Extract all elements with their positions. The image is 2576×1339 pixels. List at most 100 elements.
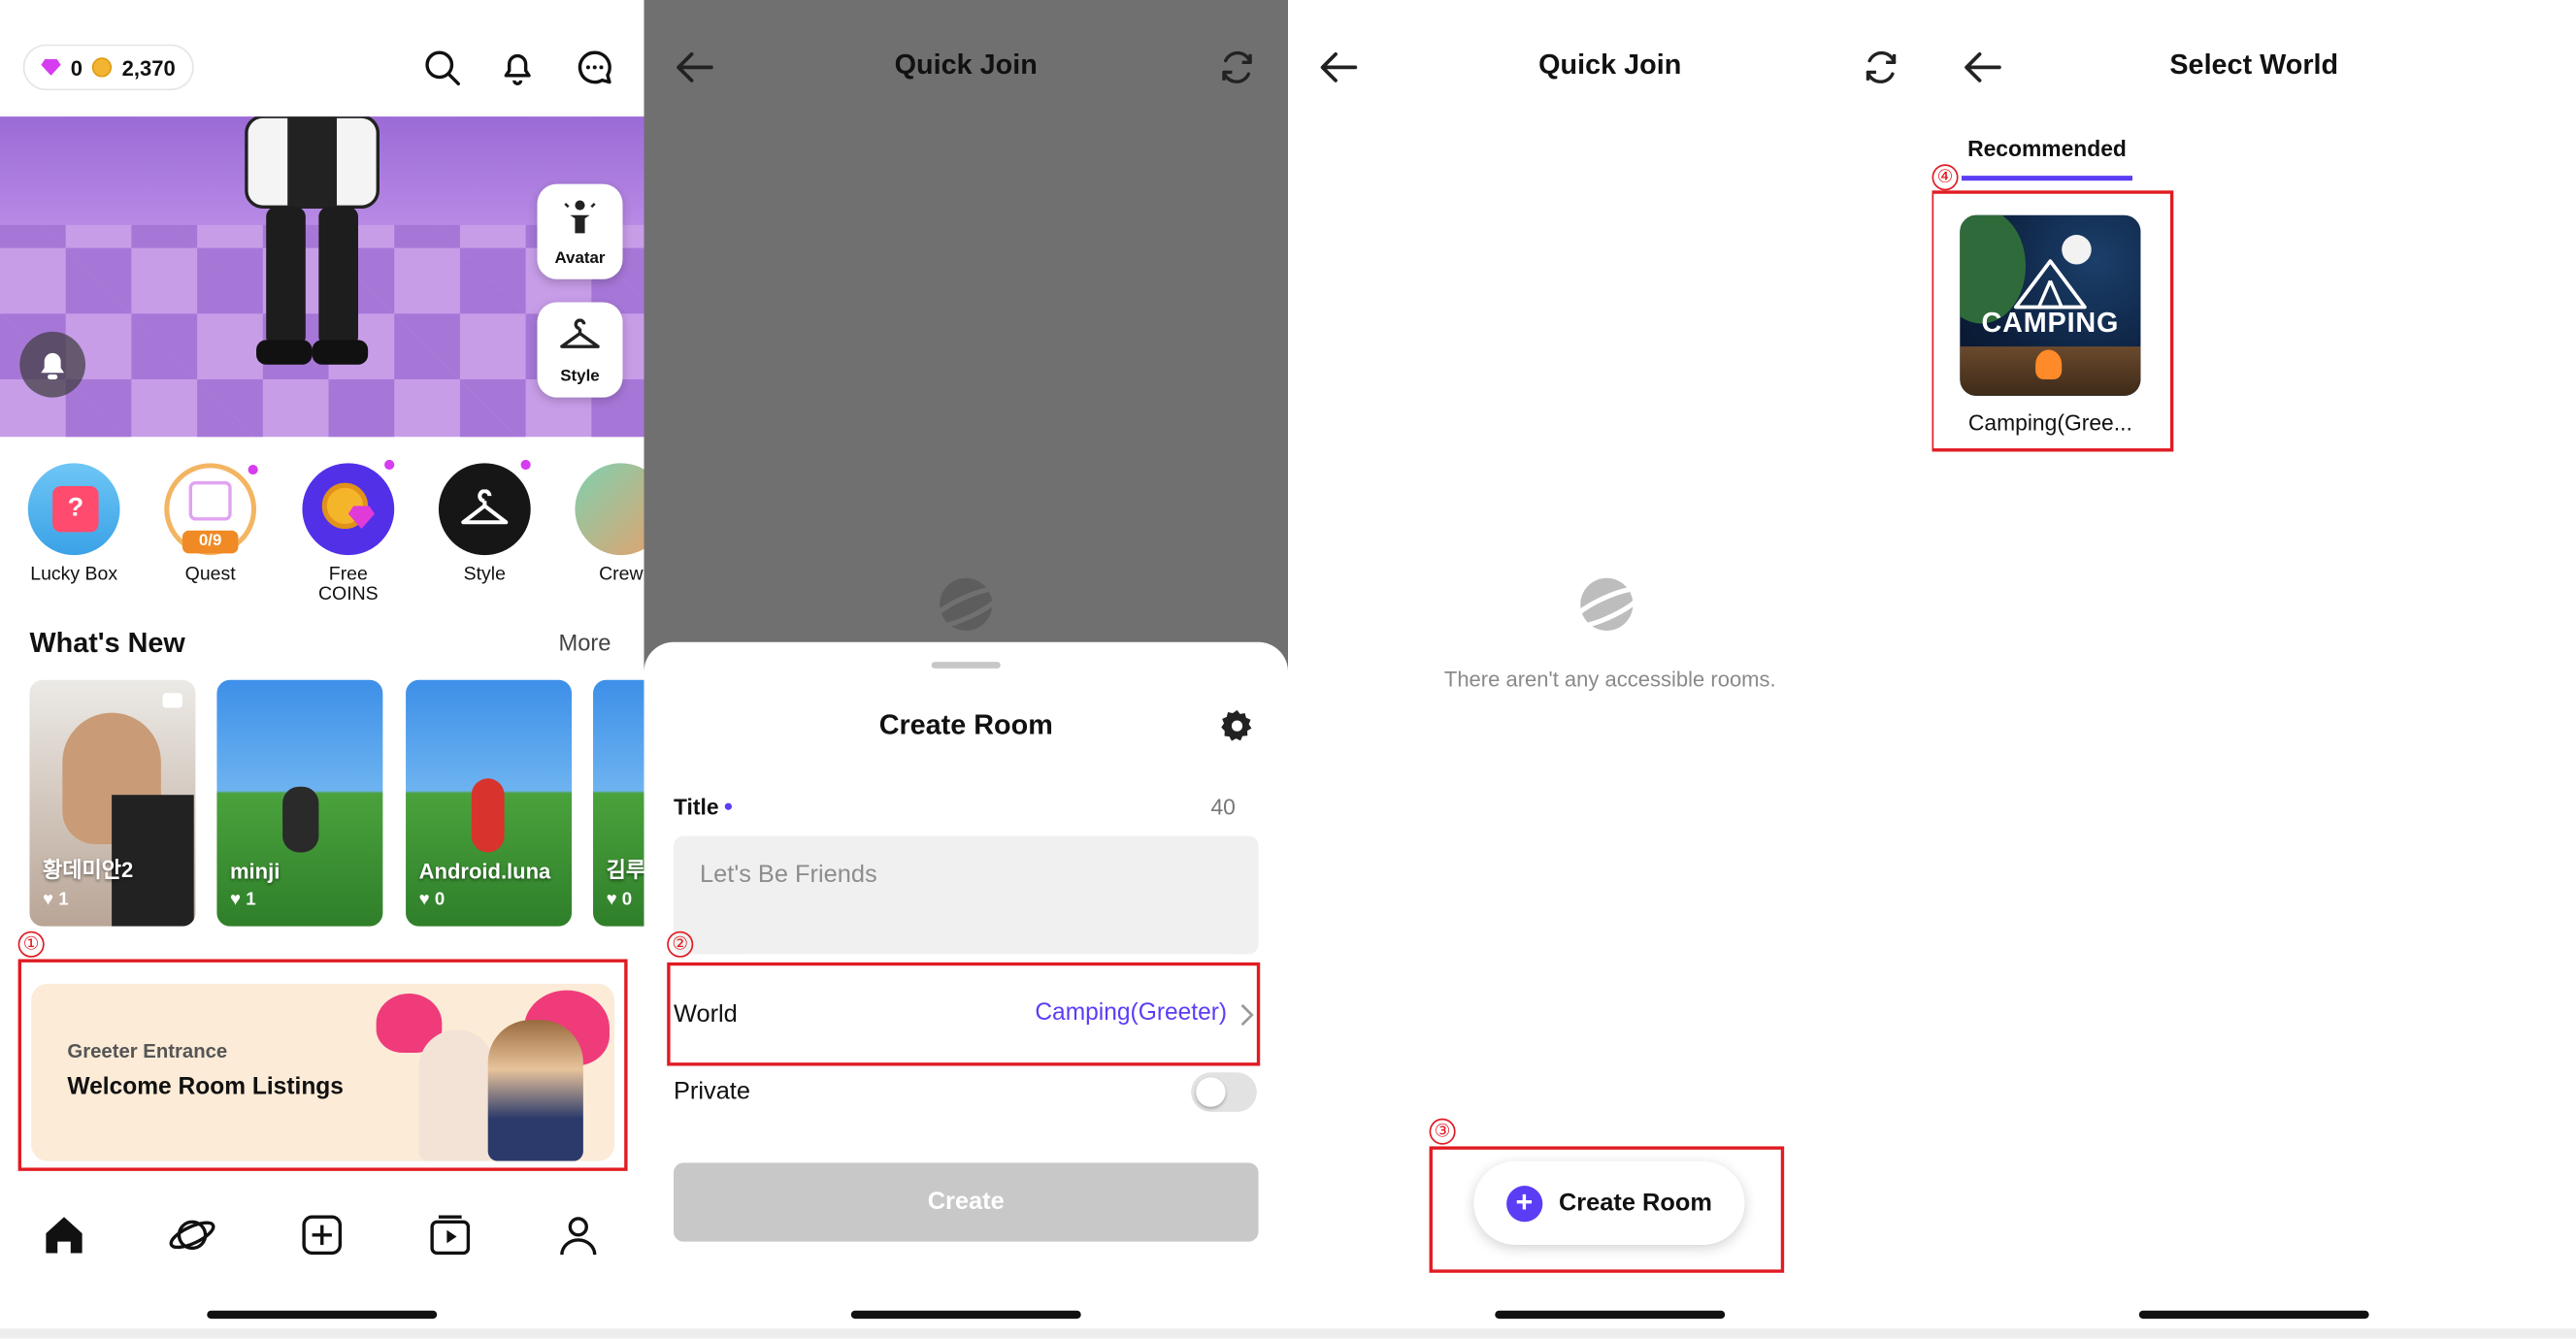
- hanger-icon: [560, 318, 600, 348]
- home-screen: 0 2,370 Avatar Style ? Lucky Box 0/9 Que…: [0, 0, 644, 1339]
- avatar-illustration: [418, 1029, 495, 1161]
- shortcut-lucky-box[interactable]: ? Lucky Box: [24, 463, 123, 585]
- title-input[interactable]: Let's Be Friends: [673, 835, 1259, 955]
- home-indicator: [207, 1310, 438, 1320]
- card-name: 김루: [606, 857, 644, 882]
- bottom-navigation: [0, 1194, 644, 1277]
- profile-icon[interactable]: [553, 1210, 603, 1259]
- title-label: Title ●: [673, 795, 734, 820]
- title-placeholder: Let's Be Friends: [700, 860, 877, 889]
- quest-icon: 0/9: [164, 463, 258, 556]
- currency-balance[interactable]: 0 2,370: [22, 44, 194, 91]
- home-indicator: [1495, 1310, 1726, 1320]
- crew-icon: [575, 463, 644, 556]
- private-label: Private: [673, 1077, 750, 1106]
- avatar-figure: [245, 116, 380, 365]
- tab-recommended[interactable]: Recommended: [1962, 136, 2132, 160]
- banner-subtitle: Greeter Entrance: [67, 1039, 228, 1063]
- feed-card[interactable]: minji ♥ 1: [216, 679, 383, 927]
- shortcut-crew[interactable]: Crew: [572, 463, 644, 585]
- annotation-number: ①: [17, 931, 45, 958]
- card-likes: ♥ 1: [229, 890, 256, 910]
- empty-state-message: There aren't any accessible rooms.: [1443, 667, 1776, 692]
- greeter-banner[interactable]: Greeter Entrance Welcome Room Listings: [31, 983, 615, 1161]
- quest-badge: 0/9: [182, 530, 239, 554]
- card-name: 황데미안2: [43, 857, 134, 882]
- banner-title: Welcome Room Listings: [67, 1073, 344, 1101]
- bottom-strip: [0, 1328, 644, 1339]
- annotation-number: ③: [1429, 1118, 1456, 1145]
- shortcut-free-coins[interactable]: Free COINS: [299, 459, 398, 604]
- style-button[interactable]: Style: [537, 302, 623, 398]
- page-title: Select World: [2169, 49, 2339, 81]
- world-name: Camping(Gree...: [1967, 410, 2132, 436]
- style-label: Style: [560, 368, 600, 386]
- world-thumbnail[interactable]: CAMPING: [1960, 214, 2141, 396]
- shortcut-label: Quest: [184, 565, 236, 585]
- quick-join-screen: Quick Join There aren't any accessible r…: [1287, 0, 1932, 1339]
- home-icon[interactable]: [40, 1210, 89, 1259]
- avatar-button[interactable]: Avatar: [537, 183, 623, 279]
- planet-icon: [927, 577, 1005, 631]
- chat-icon[interactable]: [575, 48, 614, 87]
- gem-count: 0: [70, 54, 83, 81]
- campfire-icon: [2035, 349, 2063, 379]
- bell-icon[interactable]: [498, 48, 538, 87]
- sheet-grabber[interactable]: [931, 662, 1001, 669]
- create-room-button[interactable]: + Create Room: [1473, 1160, 1745, 1245]
- shortcut-label: Lucky Box: [30, 565, 118, 585]
- feed-card[interactable]: 황데미안2 ♥ 1: [29, 679, 196, 927]
- card-likes: ♥ 0: [606, 890, 633, 910]
- card-likes: ♥ 0: [418, 890, 446, 910]
- notification-float-button[interactable]: [19, 331, 86, 398]
- refresh-icon[interactable]: [1217, 48, 1257, 87]
- annotation-number: ④: [1932, 164, 1959, 191]
- private-toggle[interactable]: [1191, 1072, 1257, 1112]
- create-icon[interactable]: [297, 1210, 347, 1259]
- more-link[interactable]: More: [558, 629, 611, 655]
- new-dot: [248, 465, 258, 475]
- shortcut-style[interactable]: Style: [436, 459, 535, 585]
- bottom-strip: [644, 1328, 1288, 1339]
- bell-icon: [41, 352, 65, 379]
- refresh-icon[interactable]: [1862, 48, 1901, 87]
- shortcut-quest[interactable]: 0/9 Quest: [161, 463, 260, 585]
- card-name: minji: [229, 859, 281, 884]
- shortcut-label: Crew: [599, 565, 644, 585]
- new-dot: [520, 459, 531, 471]
- avatar-illustration: [487, 1020, 583, 1161]
- avatar-label: Avatar: [554, 249, 606, 268]
- world-thumb-text: CAMPING: [1981, 307, 2120, 339]
- annotation-box: [667, 962, 1261, 1066]
- shortcut-label: Style: [463, 565, 506, 585]
- planet-icon[interactable]: [168, 1210, 217, 1259]
- feed-card[interactable]: 김루 ♥ 0: [593, 679, 644, 927]
- quick-join-create-sheet-screen: Quick Join Create Room Title ● 40 Let's …: [644, 0, 1288, 1339]
- coin-count: 2,370: [121, 54, 176, 81]
- create-button[interactable]: Create: [673, 1162, 1259, 1242]
- bottom-strip: [1932, 1328, 2576, 1339]
- whats-new-title: What's New: [29, 627, 185, 659]
- free-coins-icon: [302, 459, 395, 556]
- search-icon[interactable]: [422, 48, 462, 87]
- select-world-screen: Select World Recommended ④ CAMPING Campi…: [1932, 0, 2576, 1339]
- plus-icon: +: [1505, 1185, 1543, 1222]
- create-room-label: Create Room: [1558, 1189, 1712, 1218]
- feed-card[interactable]: Android.luna ♥ 0: [406, 679, 573, 927]
- annotation-number: ②: [667, 931, 694, 958]
- page-title: Quick Join: [1538, 49, 1682, 81]
- sheet-title: Create Room: [878, 709, 1053, 741]
- avatar-icon: [564, 200, 596, 234]
- gear-icon[interactable]: [1219, 708, 1255, 744]
- coin-icon: [92, 57, 113, 78]
- new-dot: [384, 459, 395, 471]
- video-icon: [162, 693, 182, 708]
- screenshot-stage: 0 2,370 Avatar Style ? Lucky Box 0/9 Que…: [0, 0, 2576, 1339]
- title-char-count: 40: [1210, 795, 1236, 820]
- bottom-strip: [1287, 1328, 1932, 1339]
- video-play-icon[interactable]: [425, 1210, 475, 1259]
- hanger-icon: [438, 459, 531, 556]
- shortcut-label: Free COINS: [317, 565, 379, 604]
- card-likes: ♥ 1: [43, 890, 69, 910]
- planet-icon: [1568, 577, 1645, 631]
